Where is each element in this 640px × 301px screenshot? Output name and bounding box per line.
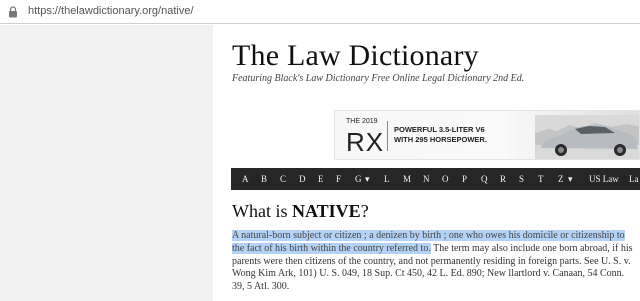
lock-icon (9, 6, 17, 18)
chevron-down-icon[interactable]: ▾ (365, 174, 370, 185)
entry-definition: A natural-born subject or citizen ; a de… (232, 230, 634, 294)
site-tagline: Featuring Black's Law Dictionary Free On… (232, 73, 525, 84)
car-image (535, 115, 639, 159)
alphabet-navbar: A B C D E F G ▾ L M N O P Q R S T Z ▾ US… (231, 168, 640, 190)
ad-line-1: POWERFUL 3.5-LITER V6 (394, 125, 485, 134)
nav-letter-g[interactable]: G (355, 174, 362, 184)
nav-letter-d[interactable]: D (299, 174, 306, 184)
nav-letter-p[interactable]: P (462, 174, 467, 184)
nav-letter-b[interactable]: B (261, 174, 267, 184)
chevron-down-icon[interactable]: ▾ (568, 174, 573, 185)
nav-letter-n[interactable]: N (423, 174, 430, 184)
page-margin (0, 25, 213, 301)
nav-letter-a[interactable]: A (242, 174, 249, 184)
nav-letter-c[interactable]: C (280, 174, 286, 184)
nav-us-law[interactable]: US Law (589, 174, 619, 184)
ad-copy: POWERFUL 3.5-LITER V6 WITH 295 HORSEPOWE… (394, 125, 487, 145)
ad-model: RX (346, 127, 385, 157)
advertisement-banner[interactable]: THE 2019 RX POWERFUL 3.5-LITER V6 WITH 2… (334, 110, 640, 160)
nav-letter-t[interactable]: T (538, 174, 544, 184)
nav-item-cut-off[interactable]: La (629, 174, 639, 184)
nav-letter-r[interactable]: R (500, 174, 506, 184)
ad-line-2: WITH 295 HORSEPOWER. (394, 135, 487, 144)
address-bar[interactable]: https://thelawdictionary.org/native/ (0, 0, 640, 24)
heading-suffix: ? (360, 201, 369, 221)
url-text[interactable]: https://thelawdictionary.org/native/ (28, 5, 194, 17)
nav-letter-l[interactable]: L (384, 174, 390, 184)
nav-letter-o[interactable]: O (442, 174, 449, 184)
nav-letter-m[interactable]: M (403, 174, 411, 184)
heading-prefix: What is (232, 201, 292, 221)
entry-heading: What is NATIVE? (232, 201, 369, 222)
ad-year: THE 2019 (346, 118, 378, 125)
nav-letter-f[interactable]: F (336, 174, 341, 184)
nav-letter-q[interactable]: Q (481, 174, 488, 184)
nav-letter-s[interactable]: S (519, 174, 524, 184)
entry-term: NATIVE (292, 201, 361, 221)
ad-divider (387, 121, 388, 151)
nav-letter-z[interactable]: Z (558, 174, 564, 184)
page-content: The Law Dictionary Featuring Black's Law… (213, 25, 640, 301)
nav-letter-e[interactable]: E (318, 174, 324, 184)
site-title[interactable]: The Law Dictionary (232, 39, 479, 73)
